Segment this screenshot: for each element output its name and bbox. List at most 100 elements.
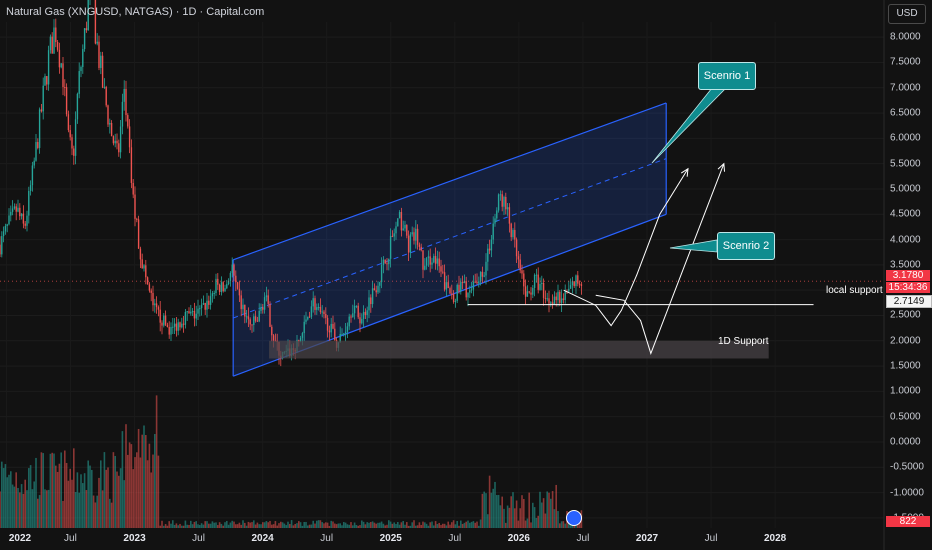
y-tick-label: 8.0000 — [890, 31, 921, 43]
volume-bar — [231, 520, 233, 528]
volume-bar — [92, 495, 95, 528]
x-tick-label: 2024 — [251, 533, 274, 544]
volume-bar — [400, 522, 403, 528]
y-tick-label: 6.0000 — [890, 132, 921, 144]
volume-bar — [319, 520, 322, 528]
candle-body — [560, 298, 563, 303]
volume-bar — [107, 467, 109, 528]
candle-body — [535, 274, 538, 276]
volume-bar — [83, 473, 86, 528]
candle-body — [197, 308, 199, 314]
y-tick-label: 2.0000 — [890, 335, 921, 347]
candle-body — [163, 315, 165, 326]
candle-body — [485, 261, 487, 276]
candle-body — [377, 285, 379, 293]
y-tick-label: 4.5000 — [890, 208, 921, 220]
volume-bar — [310, 524, 313, 528]
candle-body — [109, 123, 111, 125]
candle-body — [26, 215, 28, 226]
volume-bar — [281, 522, 284, 528]
candle-body — [569, 285, 572, 289]
volume-bar — [168, 521, 170, 528]
candle-body — [217, 278, 219, 285]
candle-body — [523, 273, 525, 287]
volume-bar — [265, 521, 268, 528]
x-tick-label: Jul — [320, 533, 334, 544]
candle-body — [181, 323, 183, 328]
candle-body — [145, 265, 147, 278]
volume-bar — [548, 492, 550, 528]
candle-body — [11, 208, 14, 212]
flag-icon[interactable] — [566, 510, 582, 526]
x-tick-label: Jul — [64, 533, 77, 544]
volume-bar — [103, 452, 106, 528]
currency-button[interactable]: USD — [888, 4, 926, 24]
volume-bar — [87, 460, 89, 528]
candle-body — [577, 275, 579, 284]
y-tick-label: 1.0000 — [890, 385, 921, 397]
candle-body — [442, 271, 444, 273]
volume-bar — [452, 520, 455, 528]
volume-bar — [112, 452, 115, 528]
volume-bar — [6, 477, 8, 528]
volume-bar — [551, 491, 554, 528]
candle-body — [119, 126, 122, 153]
volume-bar — [470, 521, 473, 528]
volume-bar — [541, 502, 543, 528]
volume-bar — [427, 525, 430, 528]
volume-bar — [344, 522, 347, 528]
candle-body — [22, 213, 25, 224]
candle-body — [269, 303, 271, 327]
candle-body — [17, 207, 19, 212]
volume-bar — [204, 521, 206, 528]
volume-bar — [438, 522, 440, 528]
volume-bar — [186, 524, 188, 528]
volume-bar — [218, 522, 221, 528]
candle-body — [182, 323, 185, 325]
candle-body — [316, 307, 318, 310]
candle-body — [128, 126, 131, 148]
candle-body — [317, 306, 320, 308]
volume-bar — [506, 505, 509, 528]
volume-bar — [278, 523, 280, 528]
candle-body — [562, 298, 565, 300]
candle-body — [368, 297, 370, 311]
candle-body — [173, 323, 176, 327]
countdown-tag: 15:34:36 — [886, 282, 930, 293]
candle-body — [74, 119, 77, 156]
volume-bar — [443, 523, 446, 528]
volume-bar — [429, 522, 431, 528]
local-support-label: local support — [826, 285, 883, 296]
volume-bar — [206, 521, 208, 528]
volume-bar — [409, 525, 412, 528]
volume-bar — [332, 521, 334, 528]
candle-body — [73, 148, 75, 156]
scenario-2-callout[interactable]: Scenrio 2 — [717, 232, 775, 260]
candle-body — [530, 292, 532, 295]
volume-bar — [328, 525, 331, 528]
volume-bar — [341, 525, 343, 528]
volume-bar — [373, 522, 376, 528]
volume-bar — [28, 468, 30, 528]
volume-bar — [460, 520, 462, 528]
candle-body — [458, 284, 460, 292]
candle-body — [190, 311, 192, 314]
candle-body — [220, 282, 223, 292]
scenario-1-callout[interactable]: Scenrio 1 — [698, 62, 756, 90]
candle-body — [418, 244, 421, 247]
volume-bar — [488, 475, 491, 528]
volume-bar — [542, 498, 545, 528]
x-tick-label: Jul — [704, 533, 718, 544]
candle-body — [474, 281, 476, 283]
volume-bar — [119, 468, 122, 528]
volume-bar — [98, 477, 100, 528]
volume-bar — [49, 453, 52, 528]
volume-bar — [559, 523, 561, 528]
volume-bar — [555, 484, 557, 528]
volume-bar — [55, 465, 57, 528]
volume-bar — [40, 452, 43, 528]
volume-bar — [191, 524, 194, 528]
candle-body — [213, 293, 215, 295]
candle-body — [350, 316, 352, 318]
chart-canvas[interactable] — [0, 0, 932, 550]
